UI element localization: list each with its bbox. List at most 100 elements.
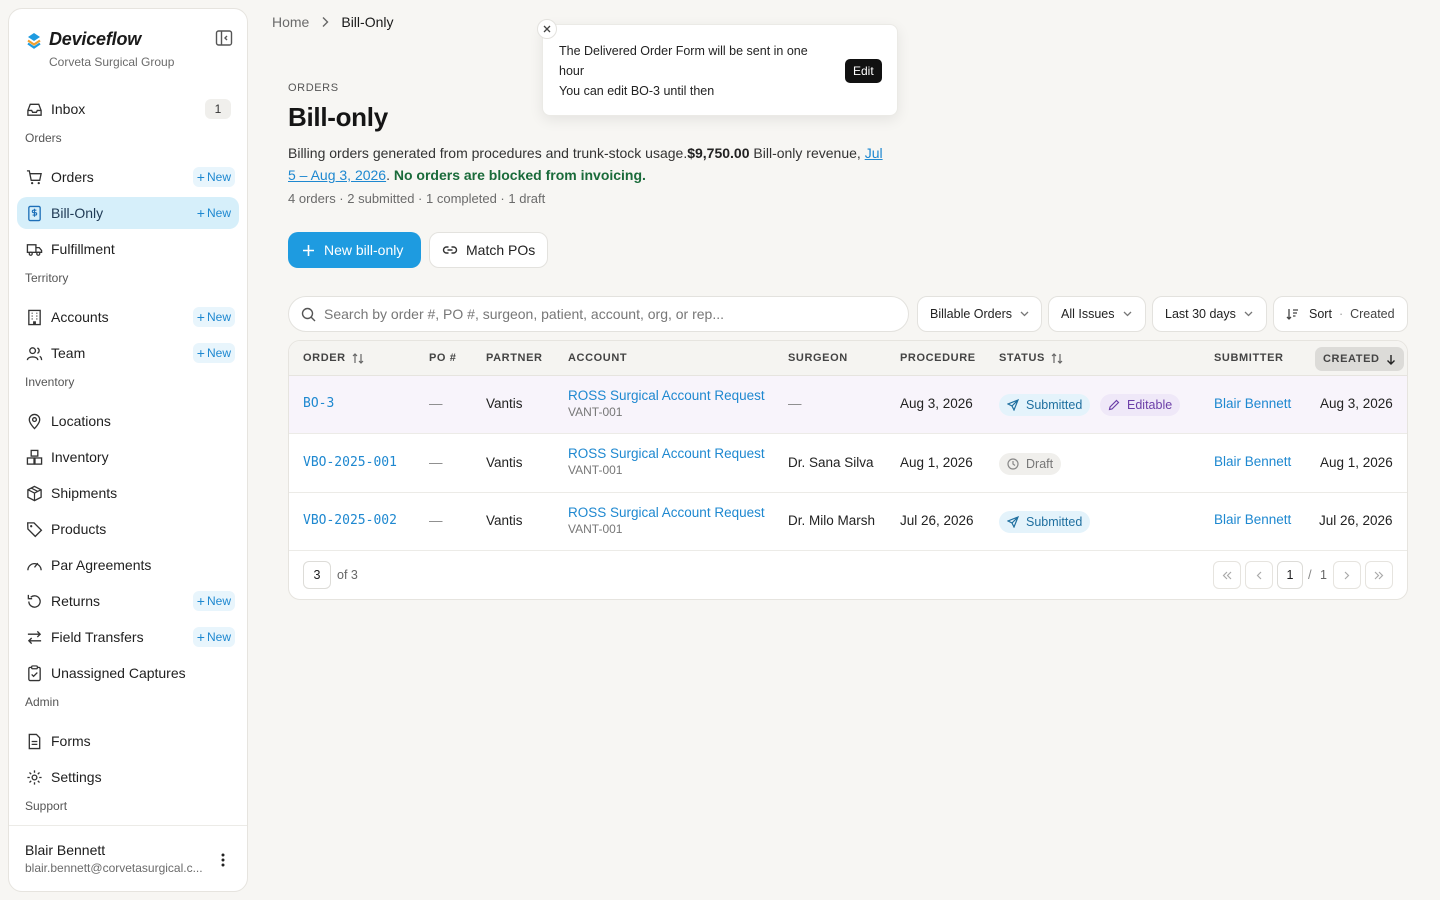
orders-table: ORDER PO # PARTNER ACCOUNT SURGEON PROCE… (288, 340, 1408, 600)
partner-name: Vantis (486, 513, 523, 528)
sort-arrows-icon (1051, 353, 1063, 364)
account-cell: ROSS Surgical Account Request VANT-001 (568, 388, 765, 419)
new-bill-only-nav-button[interactable]: + New (193, 203, 235, 223)
search-input[interactable] (324, 306, 884, 322)
sidebar-item-label: Par Agreements (51, 557, 152, 573)
current-page[interactable]: 1 (1277, 561, 1303, 589)
account-link[interactable]: ROSS Surgical Account Request (568, 446, 765, 461)
close-icon[interactable] (537, 19, 557, 39)
truck-icon (25, 240, 43, 258)
new-label: New (206, 310, 231, 324)
new-order-button[interactable]: + New (192, 167, 235, 187)
collapse-sidebar-icon[interactable] (215, 29, 233, 47)
sidebar-item-bill-only[interactable]: Bill-Only + New (17, 197, 239, 229)
section-label-inventory: Inventory (25, 375, 75, 389)
issues-filter[interactable]: All Issues (1048, 296, 1146, 332)
table-row[interactable]: VBO-2025-002 — Vantis ROSS Surgical Acco… (289, 493, 1407, 551)
section-label-support: Support (25, 799, 68, 813)
sidebar-item-products[interactable]: Products (17, 513, 239, 545)
date-range-value: Last 30 days (1165, 307, 1236, 321)
sidebar-item-label: Team (51, 345, 86, 361)
column-status[interactable]: STATUS (999, 341, 1063, 376)
submitter-link[interactable]: Blair Bennett (1214, 512, 1291, 527)
new-return-button[interactable]: + New (192, 591, 235, 611)
boxes-icon (25, 448, 43, 466)
chevron-down-icon (1123, 311, 1132, 317)
toast-edit-button[interactable]: Edit (845, 59, 882, 83)
new-bill-only-button[interactable]: New bill-only (288, 232, 421, 268)
notification-toast: The Delivered Order Form will be sent in… (537, 19, 898, 116)
account-link[interactable]: ROSS Surgical Account Request (568, 505, 765, 520)
sort-label: Sort (1309, 307, 1332, 321)
user-profile[interactable]: Blair Bennett blair.bennett@corvetasurgi… (9, 825, 247, 891)
sidebar-item-fulfillment[interactable]: Fulfillment (17, 233, 239, 265)
sidebar-item-accounts[interactable]: Accounts + New (17, 301, 239, 333)
new-account-button[interactable]: + New (192, 307, 235, 327)
sidebar-item-shipments[interactable]: Shipments (17, 477, 239, 509)
last-page-button[interactable] (1365, 561, 1393, 589)
status-badge: Submitted (999, 511, 1091, 533)
partner-name: Vantis (486, 396, 523, 411)
submitter-link[interactable]: Blair Bennett (1214, 454, 1291, 469)
sidebar-item-orders[interactable]: Orders + New (17, 161, 239, 193)
po-number: — (429, 455, 443, 470)
column-order[interactable]: ORDER (303, 341, 364, 376)
brand[interactable]: Deviceflow (25, 29, 141, 50)
total-pages: 1 (1320, 568, 1327, 582)
column-label: CREATED (1323, 353, 1380, 365)
prev-page-button[interactable] (1245, 561, 1273, 589)
sidebar-item-team[interactable]: Team + New (17, 337, 239, 369)
account-code: VANT-001 (568, 463, 623, 477)
user-email: blair.bennett@corvetasurgical.c... (25, 861, 203, 875)
order-id-link[interactable]: VBO-2025-001 (303, 455, 397, 470)
sidebar-item-unassigned-captures[interactable]: Unassigned Captures (17, 657, 239, 689)
building-icon (25, 308, 43, 326)
account-cell: ROSS Surgical Account Request VANT-001 (568, 446, 765, 477)
column-label: ORDER (303, 352, 346, 364)
section-label-territory: Territory (25, 271, 69, 285)
table-row[interactable]: VBO-2025-001 — Vantis ROSS Surgical Acco… (289, 435, 1407, 493)
chevron-down-icon (1020, 311, 1029, 317)
match-pos-button[interactable]: Match POs (429, 232, 548, 268)
account-code: VANT-001 (568, 405, 623, 419)
sidebar-item-settings[interactable]: Settings (17, 761, 239, 793)
sidebar-item-locations[interactable]: Locations (17, 405, 239, 437)
description-text: Billing orders generated from procedures… (288, 145, 688, 161)
order-id-link[interactable]: BO-3 (303, 396, 334, 411)
date-range-filter[interactable]: Last 30 days (1152, 296, 1267, 332)
table-row[interactable]: BO-3 — Vantis ROSS Surgical Account Requ… (289, 376, 1407, 434)
next-page-button[interactable] (1333, 561, 1361, 589)
submitter-link[interactable]: Blair Bennett (1214, 396, 1291, 411)
chevron-down-icon (1244, 311, 1253, 317)
order-type-filter[interactable]: Billable Orders (917, 296, 1042, 332)
column-surgeon: SURGEON (788, 352, 848, 364)
more-vertical-icon[interactable] (213, 850, 233, 870)
procedure-date: Aug 3, 2026 (900, 396, 973, 411)
breadcrumb-home[interactable]: Home (272, 14, 309, 30)
surgeon-name: Dr. Sana Silva (788, 455, 874, 470)
column-created[interactable]: CREATED (1315, 347, 1404, 371)
sidebar-item-inventory[interactable]: Inventory (17, 441, 239, 473)
order-id-link[interactable]: VBO-2025-002 (303, 513, 397, 528)
sidebar-item-returns[interactable]: Returns + New (17, 585, 239, 617)
tag-icon (25, 520, 43, 538)
partner-name: Vantis (486, 455, 523, 470)
sidebar: Deviceflow Corveta Surgical Group Inbox … (8, 8, 248, 892)
page-size-select[interactable]: 3 (303, 561, 331, 589)
sidebar-item-field-transfers[interactable]: Field Transfers + New (17, 621, 239, 653)
sidebar-item-inbox[interactable]: Inbox 1 (17, 93, 239, 125)
sidebar-item-forms[interactable]: Forms (17, 725, 239, 757)
new-field-transfer-button[interactable]: + New (192, 627, 235, 647)
brand-name: Deviceflow (49, 29, 142, 49)
account-link[interactable]: ROSS Surgical Account Request (568, 388, 765, 403)
page-separator: / (1308, 567, 1312, 582)
sidebar-item-label: Accounts (51, 309, 109, 325)
deviceflow-logo-icon (27, 32, 41, 49)
column-partner: PARTNER (486, 352, 543, 364)
first-page-button[interactable] (1213, 561, 1241, 589)
clock-icon (1007, 458, 1019, 470)
new-team-member-button[interactable]: + New (192, 343, 235, 363)
procedure-date: Jul 26, 2026 (900, 513, 974, 528)
sort-dropdown[interactable]: Sort · Created (1273, 296, 1408, 332)
sidebar-item-par-agreements[interactable]: Par Agreements (17, 549, 239, 581)
